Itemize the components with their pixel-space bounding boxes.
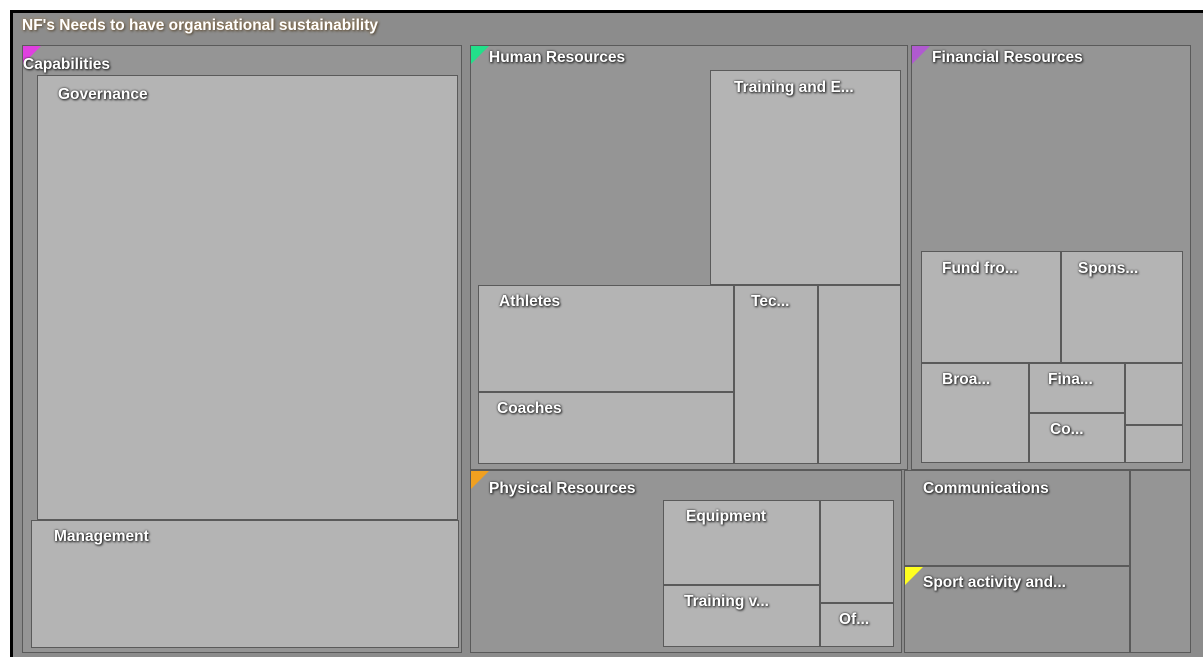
treemap-label-of: Of... xyxy=(839,611,870,628)
treemap-flag-financial xyxy=(912,46,930,64)
treemap-node-athletes[interactable]: Athletes xyxy=(478,285,734,392)
treemap-node-co[interactable]: Co... xyxy=(1029,413,1125,463)
treemap-label-athletes: Athletes xyxy=(499,293,561,310)
treemap-label-coaches: Coaches xyxy=(497,400,562,417)
treemap-node-fund[interactable]: Fund fro... xyxy=(921,251,1061,363)
treemap-label-training-v: Training v... xyxy=(684,593,769,610)
treemap-node-training-v[interactable]: Training v... xyxy=(663,585,820,647)
treemap-node-right-strip[interactable] xyxy=(1130,470,1191,653)
treemap-node-communications[interactable]: Communications xyxy=(904,470,1130,566)
treemap-title: NF's Needs to have organisational sustai… xyxy=(22,17,378,34)
treemap-node-of[interactable]: Of... xyxy=(820,603,894,647)
treemap-label-capabilities: Capabilities xyxy=(23,56,110,73)
treemap-flag-physical xyxy=(471,471,489,489)
treemap-node-spons[interactable]: Spons... xyxy=(1061,251,1183,363)
treemap-node-training-e[interactable]: Training and E... xyxy=(710,70,901,285)
treemap-label-governance: Governance xyxy=(58,86,148,103)
treemap-label-management: Management xyxy=(54,528,149,545)
treemap-node-coaches[interactable]: Coaches xyxy=(478,392,734,464)
treemap-label-sport: Sport activity and... xyxy=(923,574,1066,591)
treemap-label-co: Co... xyxy=(1050,421,1084,438)
treemap-label-training-e: Training and E... xyxy=(734,79,854,96)
treemap-label-communications: Communications xyxy=(923,480,1049,497)
treemap-node-broa[interactable]: Broa... xyxy=(921,363,1029,463)
treemap-node-fina[interactable]: Fina... xyxy=(1029,363,1125,413)
treemap-label-fund: Fund fro... xyxy=(942,260,1018,277)
treemap-label-spons: Spons... xyxy=(1078,260,1139,277)
treemap-flag-sport xyxy=(905,567,923,585)
treemap-label-physical: Physical Resources xyxy=(489,480,636,497)
treemap-node-fin-small-2[interactable] xyxy=(1125,425,1183,463)
treemap-label-equipment: Equipment xyxy=(686,508,767,525)
treemap-label-financial: Financial Resources xyxy=(932,49,1083,66)
treemap-node-hr-unlabeled[interactable] xyxy=(818,285,901,464)
treemap-node-phys-unlabeled[interactable] xyxy=(820,500,894,603)
treemap-node-tec[interactable]: Tec... xyxy=(734,285,818,464)
treemap-label-fina: Fina... xyxy=(1048,371,1093,388)
treemap-node-governance[interactable]: Governance xyxy=(37,75,458,520)
treemap-node-equipment[interactable]: Equipment xyxy=(663,500,820,585)
treemap-flag-human xyxy=(471,46,489,64)
treemap-label-human: Human Resources xyxy=(489,49,626,66)
treemap-node-management[interactable]: Management xyxy=(31,520,459,648)
treemap-label-broa: Broa... xyxy=(942,371,991,388)
treemap-frame: NF's Needs to have organisational sustai… xyxy=(0,0,1203,657)
treemap-node-fin-small-1[interactable] xyxy=(1125,363,1183,425)
treemap-node-sport[interactable]: Sport activity and... xyxy=(904,566,1130,653)
treemap-label-tec: Tec... xyxy=(751,293,790,310)
